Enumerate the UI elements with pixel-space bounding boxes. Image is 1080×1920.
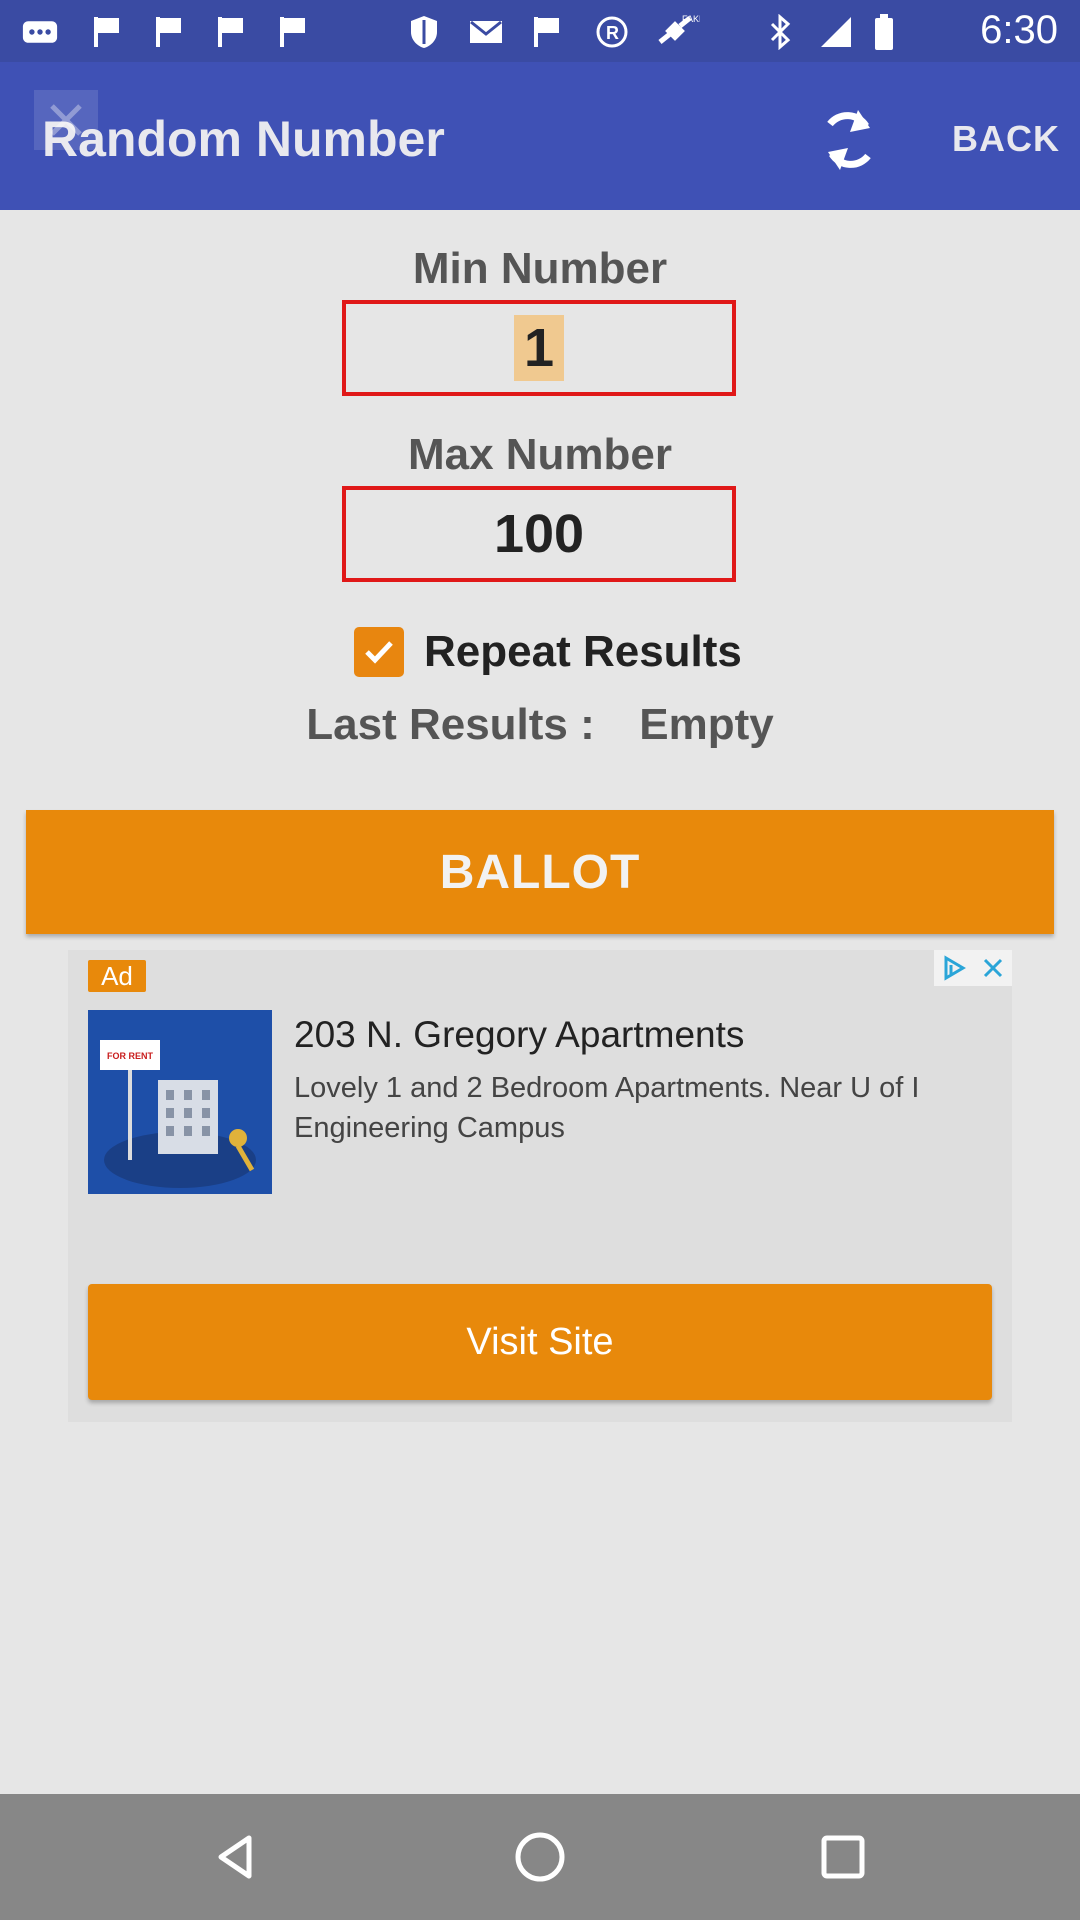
ad-close-icon[interactable] bbox=[973, 950, 1012, 986]
ballot-button[interactable]: BALLOT bbox=[26, 810, 1054, 934]
more-dots-icon bbox=[22, 14, 58, 50]
ad-description: Lovely 1 and 2 Bedroom Apartments. Near … bbox=[294, 1072, 920, 1144]
close-icon[interactable] bbox=[34, 90, 98, 150]
status-time: 6:30 bbox=[980, 8, 1058, 52]
signal-icon bbox=[818, 14, 854, 50]
status-bar: R FAKE 6:30 bbox=[0, 0, 1080, 62]
home-circle-icon[interactable] bbox=[505, 1822, 575, 1892]
back-triangle-icon[interactable] bbox=[201, 1822, 271, 1892]
last-results-row: Last Results : Empty bbox=[0, 700, 1080, 750]
recents-square-icon[interactable] bbox=[808, 1822, 878, 1892]
shield-icon bbox=[406, 14, 442, 50]
navigation-bar bbox=[0, 1794, 1080, 1920]
max-number-input[interactable]: 100 bbox=[342, 486, 736, 582]
ad-image-sign-text: FOR RENT bbox=[107, 1051, 154, 1061]
flag-icon bbox=[90, 14, 126, 50]
repeat-results-row[interactable]: Repeat Results bbox=[354, 624, 742, 680]
battery-icon bbox=[872, 14, 896, 50]
max-number-value: 100 bbox=[493, 504, 585, 564]
min-number-input[interactable]: 1 bbox=[342, 300, 736, 396]
fake-gps-icon: FAKE bbox=[656, 14, 700, 50]
last-results-label: Last Results : bbox=[306, 700, 595, 749]
ad-banner[interactable]: Ad FOR RENT 203 N. Gregory Apartments Lo… bbox=[68, 950, 1012, 1422]
max-number-label: Max Number bbox=[407, 430, 673, 479]
registered-icon: R bbox=[594, 14, 630, 50]
checkmark-icon bbox=[365, 641, 393, 664]
flag-icon bbox=[276, 14, 312, 50]
last-results-value: Empty bbox=[639, 700, 774, 749]
refresh-button[interactable] bbox=[816, 100, 882, 180]
page-title: Random Number bbox=[42, 111, 445, 167]
flag-icon bbox=[530, 14, 566, 50]
mail-icon bbox=[468, 14, 504, 50]
min-number-value: 1 bbox=[513, 315, 565, 381]
ad-image[interactable]: FOR RENT bbox=[88, 1010, 272, 1194]
adchoices-icon[interactable] bbox=[934, 950, 973, 986]
svg-text:FAKE: FAKE bbox=[682, 14, 700, 24]
app-bar: Random Number BACK bbox=[0, 62, 1080, 210]
ad-badge: Ad bbox=[88, 960, 146, 992]
min-number-label: Min Number bbox=[412, 244, 668, 293]
back-button[interactable]: BACK bbox=[952, 118, 1060, 160]
flag-icon bbox=[152, 14, 188, 50]
visit-site-button[interactable]: Visit Site bbox=[88, 1284, 992, 1400]
refresh-icon bbox=[827, 110, 871, 170]
flag-icon bbox=[214, 14, 250, 50]
repeat-results-checkbox[interactable] bbox=[354, 627, 404, 677]
ad-title[interactable]: 203 N. Gregory Apartments bbox=[294, 1014, 744, 1056]
svg-text:R: R bbox=[606, 23, 619, 43]
ad-choices[interactable] bbox=[934, 950, 1012, 986]
repeat-results-label: Repeat Results bbox=[424, 627, 742, 676]
bluetooth-icon bbox=[762, 14, 798, 50]
